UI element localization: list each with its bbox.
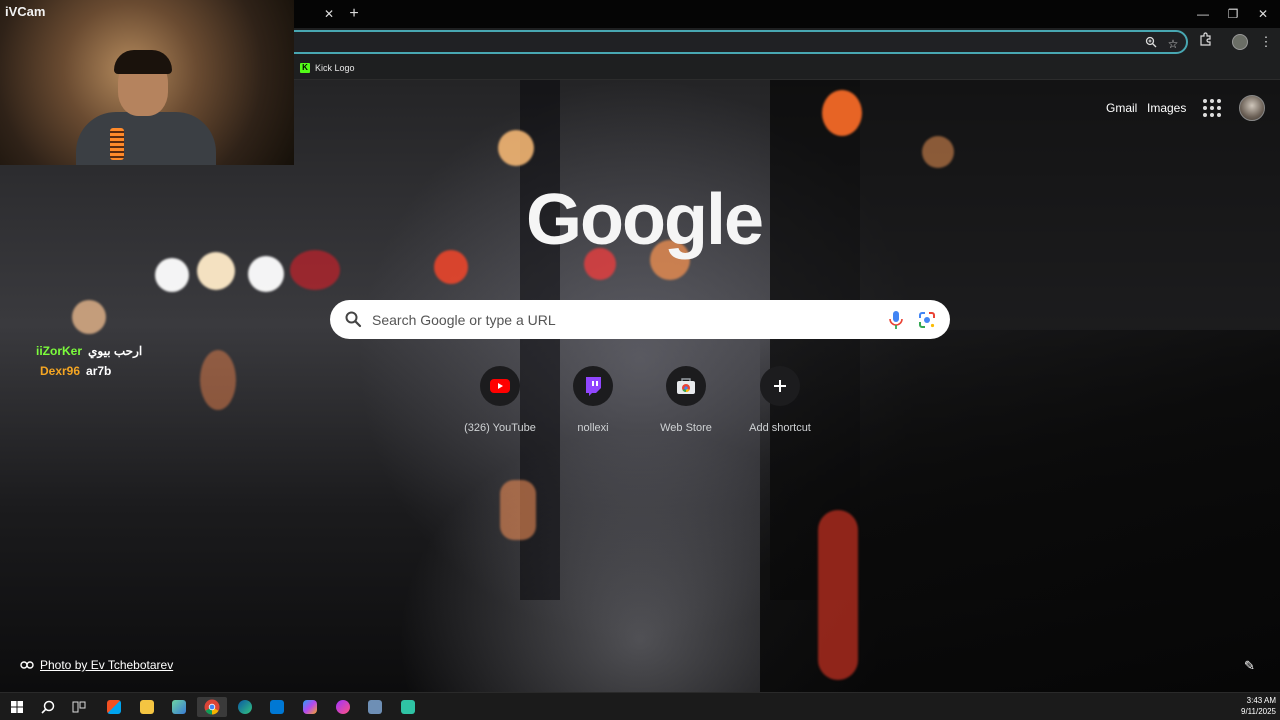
bokeh-light: [498, 130, 534, 166]
photo-credit-link[interactable]: Photo by Ev Tchebotarev: [20, 658, 173, 672]
chat-username: iiZorKer: [36, 344, 83, 358]
app-icon[interactable]: [397, 697, 419, 717]
link-icon: [20, 661, 34, 669]
extensions-icon[interactable]: [1196, 32, 1216, 52]
shortcut-tile: [760, 366, 800, 406]
copilot-icon[interactable]: [299, 697, 321, 717]
google-account-avatar[interactable]: [1239, 95, 1265, 121]
new-tab-icon[interactable]: +: [344, 4, 364, 24]
clock-date: 9/11/2025: [1241, 707, 1276, 716]
shortcut-tile: [480, 366, 520, 406]
bokeh-light: [72, 300, 106, 334]
windows-start-icon[interactable]: [6, 697, 28, 717]
close-window-icon[interactable]: ✕: [1248, 4, 1278, 24]
tab-close-icon[interactable]: ✕: [320, 5, 338, 23]
taskbar-search-icon[interactable]: [37, 697, 59, 717]
zoom-icon[interactable]: [1142, 35, 1160, 53]
webcam-overlay: iVCam: [0, 0, 294, 165]
plus-icon: [774, 380, 786, 392]
system-clock[interactable]: 3:43 AM 9/11/2025: [1228, 695, 1276, 717]
chat-message: Dexr96 ar7b: [40, 364, 111, 378]
minimize-icon[interactable]: —: [1188, 4, 1218, 24]
bokeh-light: [200, 350, 236, 410]
google-lens-icon[interactable]: [917, 310, 937, 330]
bokeh-light: [248, 256, 284, 292]
shortcut-label: nollexi: [577, 422, 609, 434]
chat-username: Dexr96: [40, 364, 81, 378]
address-bar[interactable]: ☆: [260, 30, 1188, 54]
file-explorer-icon[interactable]: [136, 697, 158, 717]
chat-message: iiZorKer ارحب بيوي: [36, 344, 142, 358]
chrome-icon[interactable]: [197, 697, 227, 717]
photo-credit-text: Photo by Ev Tchebotarev: [40, 658, 174, 672]
shortcut-label: Web Store: [660, 422, 712, 434]
app-icon[interactable]: [168, 697, 190, 717]
profile-avatar[interactable]: [1232, 34, 1248, 50]
customize-pencil-icon[interactable]: ✎: [1244, 658, 1260, 674]
google-logo: Google: [526, 180, 764, 260]
webcam-rgb-light: [110, 128, 124, 160]
shortcut-label: (326) YouTube: [464, 422, 536, 434]
kick-icon: K: [300, 63, 310, 73]
add-shortcut-button[interactable]: Add shortcut: [734, 366, 826, 434]
taskbar: [0, 692, 1280, 720]
youtube-icon: [490, 379, 510, 393]
webcam-title: iVCam: [5, 4, 46, 19]
restore-icon[interactable]: ❐: [1218, 4, 1248, 24]
webcam-person-hair: [114, 50, 172, 74]
webcam-person-body: [76, 112, 216, 165]
bokeh-light: [822, 90, 862, 136]
shortcut-youtube[interactable]: (326) YouTube: [454, 366, 546, 434]
bokeh-light: [290, 250, 340, 290]
bokeh-light: [818, 510, 858, 680]
chat-text: ارحب بيوي: [88, 344, 143, 358]
messenger-icon[interactable]: [332, 697, 354, 717]
bokeh-light: [922, 136, 954, 168]
edge-icon[interactable]: [234, 697, 256, 717]
shortcut-nollexi[interactable]: nollexi: [547, 366, 639, 434]
microsoft-store-icon[interactable]: [103, 697, 125, 717]
shortcut-tile: [573, 366, 613, 406]
bokeh-light: [197, 252, 235, 290]
search-icon: [345, 311, 362, 328]
chat-text: ar7b: [86, 364, 112, 378]
shortcut-web-store[interactable]: Web Store: [640, 366, 732, 434]
task-view-icon[interactable]: [68, 697, 90, 717]
app-icon[interactable]: [364, 697, 386, 717]
images-link[interactable]: Images: [1147, 101, 1186, 115]
shortcut-tile: [666, 366, 706, 406]
clock-time: 3:43 AM: [1246, 696, 1276, 705]
search-box[interactable]: [330, 300, 950, 339]
menu-dots-icon[interactable]: ⋮: [1256, 32, 1276, 52]
bokeh-light: [500, 480, 536, 540]
bokeh-light: [155, 258, 189, 292]
bookmark-kick-logo[interactable]: K Kick Logo: [300, 60, 355, 76]
search-input[interactable]: [372, 309, 872, 331]
chrome-web-store-icon: [677, 378, 695, 394]
google-apps-icon[interactable]: [1201, 97, 1221, 117]
bookmark-label: Kick Logo: [315, 63, 355, 73]
gmail-link[interactable]: Gmail: [1106, 101, 1137, 115]
mail-icon[interactable]: [266, 697, 288, 717]
bookmark-star-icon[interactable]: ☆: [1164, 35, 1182, 53]
shortcut-label: Add shortcut: [749, 422, 811, 434]
microphone-icon[interactable]: [887, 310, 905, 330]
bokeh-light: [434, 250, 468, 284]
twitch-icon: [586, 377, 601, 396]
